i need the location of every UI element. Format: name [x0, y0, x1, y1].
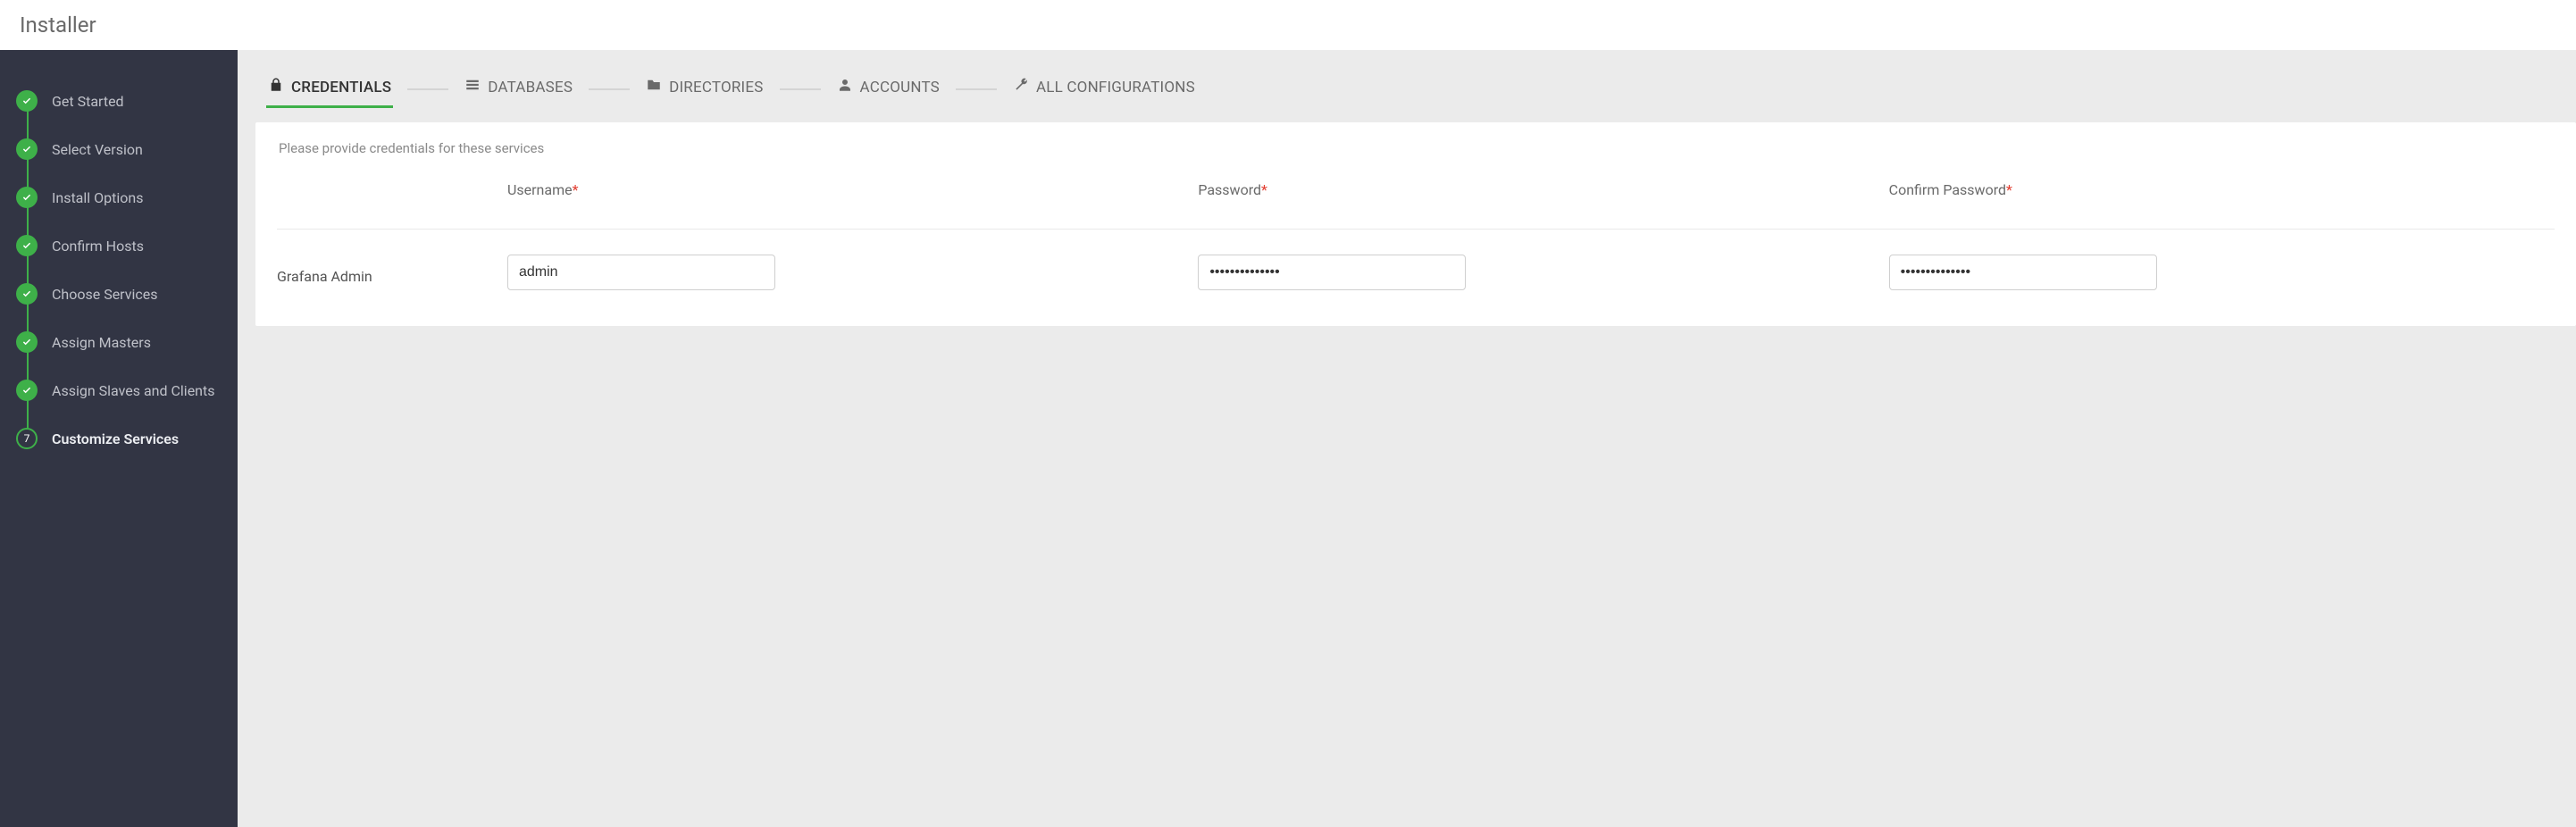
- tab-label: ALL CONFIGURATIONS: [1036, 79, 1195, 96]
- tab-label: ACCOUNTS: [860, 79, 940, 96]
- check-icon: [16, 283, 38, 305]
- folder-icon: [646, 77, 662, 97]
- step-label: Customize Services: [52, 430, 179, 447]
- confirm-password-input[interactable]: [1889, 255, 2157, 290]
- check-icon: [16, 138, 38, 160]
- step-label: Assign Slaves and Clients: [52, 382, 215, 399]
- step-install-options[interactable]: Install Options: [16, 173, 223, 221]
- step-label: Install Options: [52, 189, 143, 206]
- step-assign-slaves-clients[interactable]: Assign Slaves and Clients: [16, 366, 223, 414]
- credentials-grid: Username* Password* Confirm Password* Gr…: [277, 181, 2555, 290]
- list-icon: [464, 77, 481, 97]
- tab-separator: [589, 88, 630, 90]
- column-header-confirm-password: Confirm Password*: [1889, 181, 2555, 204]
- check-icon: [16, 380, 38, 401]
- tab-separator: [956, 88, 997, 90]
- tab-label: DIRECTORIES: [669, 79, 763, 96]
- tab-label: CREDENTIALS: [291, 79, 391, 96]
- check-icon: [16, 235, 38, 256]
- step-label: Get Started: [52, 93, 124, 110]
- main-content: CREDENTIALS DATABASES DIRECTORIES: [238, 50, 2576, 827]
- username-input[interactable]: [507, 255, 775, 290]
- tab-databases[interactable]: DATABASES: [463, 71, 574, 106]
- service-name-label: Grafana Admin: [277, 261, 482, 285]
- required-marker: *: [573, 181, 579, 198]
- step-get-started[interactable]: Get Started: [16, 77, 223, 125]
- lock-icon: [268, 77, 284, 97]
- tab-accounts[interactable]: ACCOUNTS: [835, 71, 941, 106]
- step-confirm-hosts[interactable]: Confirm Hosts: [16, 221, 223, 270]
- tab-separator: [780, 88, 821, 90]
- required-marker: *: [1261, 181, 1267, 198]
- wizard-sidebar: Get Started Select Version Install Optio…: [0, 50, 238, 827]
- tab-credentials[interactable]: CREDENTIALS: [266, 71, 393, 106]
- config-tabs: CREDENTIALS DATABASES DIRECTORIES: [238, 71, 2576, 122]
- page-title: Installer: [0, 0, 2576, 50]
- tab-directories[interactable]: DIRECTORIES: [644, 71, 765, 106]
- check-icon: [16, 187, 38, 208]
- step-number-icon: 7: [16, 428, 38, 449]
- wrench-icon: [1013, 77, 1029, 97]
- step-customize-services[interactable]: 7 Customize Services: [16, 414, 223, 463]
- tab-all-configurations[interactable]: ALL CONFIGURATIONS: [1011, 71, 1197, 106]
- tab-separator: [407, 88, 448, 90]
- check-icon: [16, 90, 38, 112]
- step-select-version[interactable]: Select Version: [16, 125, 223, 173]
- step-assign-masters[interactable]: Assign Masters: [16, 318, 223, 366]
- tab-label: DATABASES: [488, 79, 573, 96]
- credentials-panel: Please provide credentials for these ser…: [255, 122, 2576, 326]
- check-icon: [16, 331, 38, 353]
- step-choose-services[interactable]: Choose Services: [16, 270, 223, 318]
- column-header-password: Password*: [1198, 181, 1863, 204]
- required-marker: *: [2006, 181, 2012, 198]
- column-header-username: Username*: [507, 181, 1173, 204]
- instruction-text: Please provide credentials for these ser…: [277, 140, 2555, 156]
- grid-divider: [277, 229, 2555, 230]
- step-label: Confirm Hosts: [52, 238, 144, 255]
- step-label: Assign Masters: [52, 334, 151, 351]
- step-label: Choose Services: [52, 286, 158, 303]
- password-input[interactable]: [1198, 255, 1466, 290]
- step-label: Select Version: [52, 141, 143, 158]
- user-icon: [837, 77, 853, 97]
- step-number: 7: [24, 432, 30, 445]
